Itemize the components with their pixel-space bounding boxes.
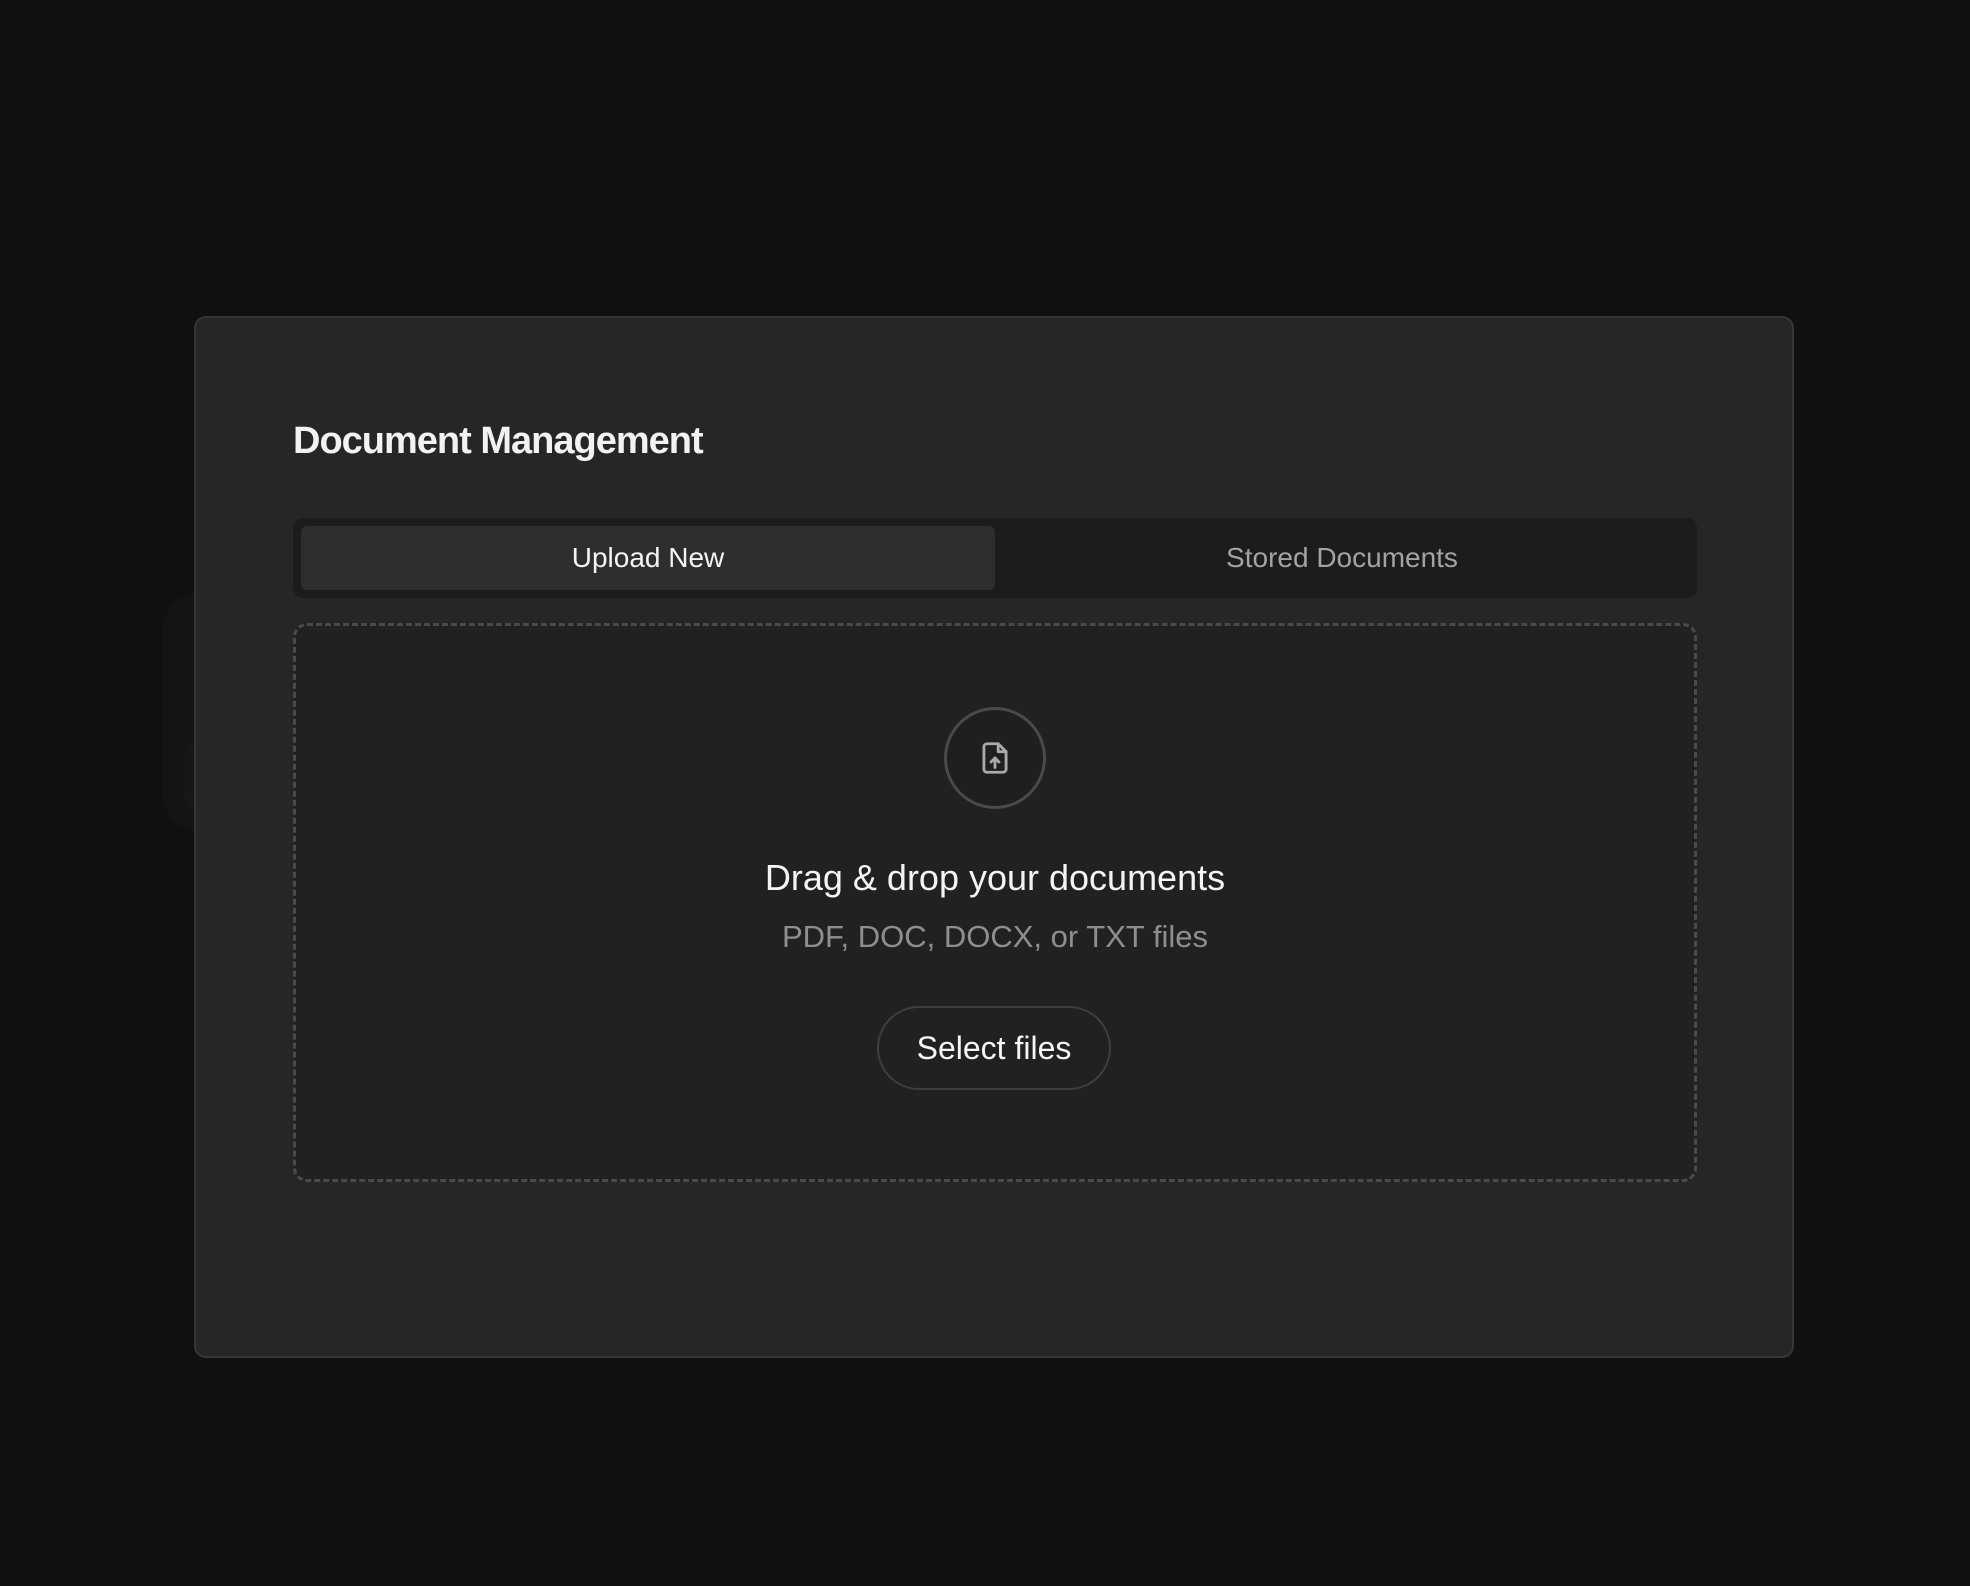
tab-bar: Upload New Stored Documents: [293, 518, 1697, 598]
dialog-title: Document Management: [293, 420, 704, 462]
upload-icon-badge: [944, 707, 1046, 809]
tab-upload-new[interactable]: Upload New: [301, 526, 995, 590]
dropzone-file-types: PDF, DOC, DOCX, or TXT files: [781, 919, 1209, 954]
document-management-dialog: Document Management Upload New Stored Do…: [194, 316, 1794, 1358]
dropzone-title: Drag & drop your documents: [764, 857, 1226, 898]
file-dropzone[interactable]: Drag & drop your documents PDF, DOC, DOC…: [293, 623, 1697, 1182]
select-files-button[interactable]: Select files: [877, 1006, 1111, 1090]
file-upload-icon: [982, 742, 1008, 774]
tab-stored-documents[interactable]: Stored Documents: [995, 526, 1689, 590]
